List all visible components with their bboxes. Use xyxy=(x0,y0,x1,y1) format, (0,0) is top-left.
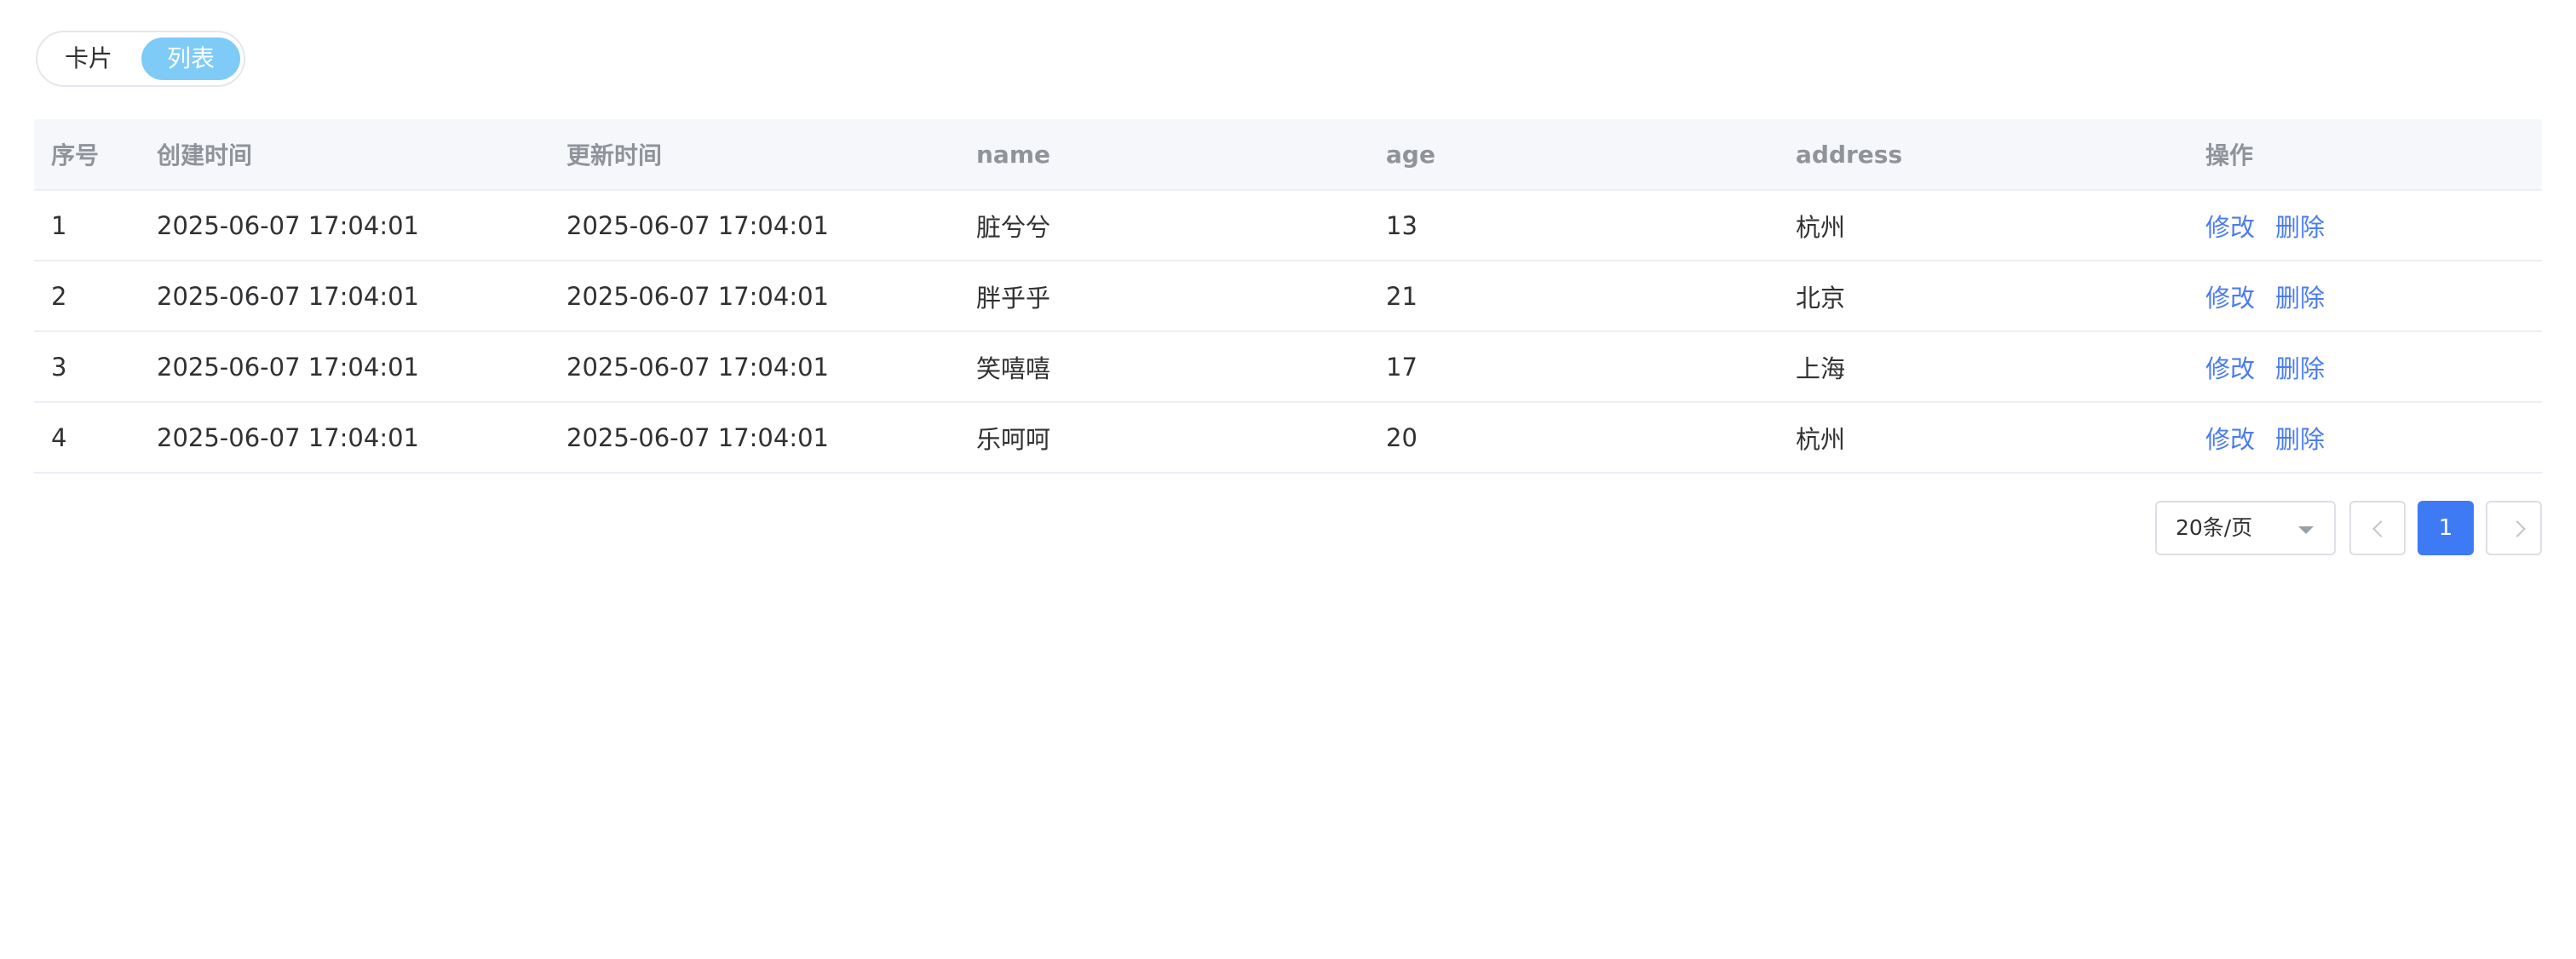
column-header-age: age xyxy=(1369,119,1779,191)
cell-address: 北京 xyxy=(1779,261,2188,332)
cell-name: 笑嘻嘻 xyxy=(959,331,1369,403)
next-page-button[interactable] xyxy=(2486,501,2542,555)
column-header-actions: 操作 xyxy=(2188,119,2542,191)
cell-age: 13 xyxy=(1369,190,1779,261)
column-header-address: address xyxy=(1779,119,2188,191)
edit-link[interactable]: 修改 xyxy=(2205,284,2255,313)
cell-updated-time: 2025-06-07 17:04:01 xyxy=(549,331,959,403)
caret-down-icon xyxy=(2298,526,2314,534)
cell-actions: 修改 删除 xyxy=(2188,402,2542,474)
cell-age: 21 xyxy=(1369,261,1779,332)
cell-address: 杭州 xyxy=(1779,402,2188,474)
cell-created-time: 2025-06-07 17:04:01 xyxy=(140,261,549,332)
table-row: 3 2025-06-07 17:04:01 2025-06-07 17:04:0… xyxy=(34,331,2542,403)
table-row: 1 2025-06-07 17:04:01 2025-06-07 17:04:0… xyxy=(34,190,2542,261)
cell-index: 3 xyxy=(34,331,140,403)
cell-index: 2 xyxy=(34,261,140,332)
edit-link[interactable]: 修改 xyxy=(2205,354,2255,383)
cell-address: 上海 xyxy=(1779,331,2188,403)
cell-name: 胖乎乎 xyxy=(959,261,1369,332)
page-size-select[interactable]: 20条/页 xyxy=(2155,501,2336,555)
table-row: 4 2025-06-07 17:04:01 2025-06-07 17:04:0… xyxy=(34,402,2542,474)
cell-created-time: 2025-06-07 17:04:01 xyxy=(140,331,549,403)
table-row: 2 2025-06-07 17:04:01 2025-06-07 17:04:0… xyxy=(34,261,2542,332)
list-view-option[interactable]: 列表 xyxy=(141,37,240,80)
edit-link[interactable]: 修改 xyxy=(2205,425,2255,454)
cell-index: 1 xyxy=(34,190,140,261)
cell-actions: 修改 删除 xyxy=(2188,331,2542,403)
table-header-row: 序号 创建时间 更新时间 name age address 操作 xyxy=(34,119,2542,191)
cell-actions: 修改 删除 xyxy=(2188,190,2542,261)
cell-index: 4 xyxy=(34,402,140,474)
chevron-left-icon xyxy=(2372,520,2389,537)
page-size-label: 20条/页 xyxy=(2176,515,2253,540)
cell-created-time: 2025-06-07 17:04:01 xyxy=(140,402,549,474)
cell-updated-time: 2025-06-07 17:04:01 xyxy=(549,190,959,261)
page-number-current[interactable]: 1 xyxy=(2418,501,2474,555)
column-header-name: name xyxy=(959,119,1369,191)
edit-link[interactable]: 修改 xyxy=(2205,213,2255,242)
cell-age: 17 xyxy=(1369,331,1779,403)
column-header-index: 序号 xyxy=(34,119,140,191)
cell-updated-time: 2025-06-07 17:04:01 xyxy=(549,402,959,474)
view-toggle: 卡片 列表 xyxy=(36,31,245,87)
delete-link[interactable]: 删除 xyxy=(2275,213,2325,242)
delete-link[interactable]: 删除 xyxy=(2275,354,2325,383)
cell-address: 杭州 xyxy=(1779,190,2188,261)
cell-age: 20 xyxy=(1369,402,1779,474)
column-header-created-time: 创建时间 xyxy=(140,119,549,191)
cell-actions: 修改 删除 xyxy=(2188,261,2542,332)
delete-link[interactable]: 删除 xyxy=(2275,425,2325,454)
cell-name: 乐呵呵 xyxy=(959,402,1369,474)
card-view-option[interactable]: 卡片 xyxy=(49,37,128,80)
data-table: 序号 创建时间 更新时间 name age address 操作 1 2025-… xyxy=(34,119,2542,474)
cell-updated-time: 2025-06-07 17:04:01 xyxy=(549,261,959,332)
delete-link[interactable]: 删除 xyxy=(2275,284,2325,313)
cell-name: 脏兮兮 xyxy=(959,190,1369,261)
cell-created-time: 2025-06-07 17:04:01 xyxy=(140,190,549,261)
chevron-right-icon xyxy=(2509,520,2526,537)
column-header-updated-time: 更新时间 xyxy=(549,119,959,191)
prev-page-button[interactable] xyxy=(2349,501,2406,555)
